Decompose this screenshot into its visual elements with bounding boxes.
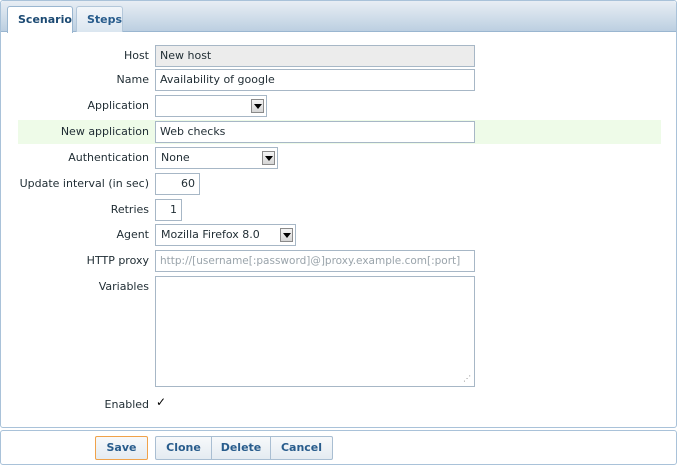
chevron-down-icon[interactable] — [280, 228, 293, 242]
host-label: Host — [123, 49, 149, 62]
form-actions-panel: Save Clone Delete Cancel — [0, 430, 677, 465]
variables-textarea[interactable]: ⋰ — [155, 276, 475, 387]
enabled-row: Enabled — [18, 393, 661, 417]
application-row: Application — [18, 94, 661, 118]
variables-label: Variables — [98, 280, 149, 293]
delete-button[interactable]: Delete — [211, 436, 271, 460]
chevron-down-icon[interactable] — [262, 151, 275, 165]
authentication-select-value: None — [161, 151, 190, 164]
tab-bar: Scenario Steps — [1, 1, 676, 33]
name-row: Name Availability of google — [18, 68, 661, 92]
authentication-label: Authentication — [68, 151, 149, 164]
http-proxy-label: HTTP proxy — [86, 254, 149, 267]
cancel-button[interactable]: Cancel — [270, 436, 333, 460]
clone-button[interactable]: Clone — [155, 436, 212, 460]
tab-scenario[interactable]: Scenario — [7, 6, 73, 33]
host-field: New host — [155, 45, 475, 67]
name-label: Name — [116, 73, 149, 86]
application-select[interactable] — [155, 95, 267, 117]
new-application-label: New application — [60, 125, 149, 138]
scenario-form-panel: Scenario Steps Host New host Name Availa… — [0, 0, 677, 428]
new-application-input[interactable]: Web checks — [155, 121, 475, 143]
authentication-select[interactable]: None — [155, 147, 278, 169]
update-interval-row: Update interval (in sec) 60 — [18, 172, 661, 196]
agent-select-value: Mozilla Firefox 8.0 — [161, 228, 260, 241]
application-label: Application — [87, 99, 149, 112]
update-interval-input[interactable]: 60 — [155, 173, 200, 195]
retries-label: Retries — [110, 203, 149, 216]
save-button[interactable]: Save — [95, 436, 148, 460]
update-interval-label: Update interval (in sec) — [19, 177, 149, 190]
http-proxy-input[interactable]: http://[username[:password]@]proxy.examp… — [155, 250, 475, 272]
agent-select[interactable]: Mozilla Firefox 8.0 — [155, 224, 296, 246]
agent-row: Agent Mozilla Firefox 8.0 — [18, 223, 661, 247]
new-application-row: New application Web checks — [18, 120, 661, 144]
agent-label: Agent — [116, 228, 149, 241]
enabled-checkbox[interactable]: ✓ — [156, 396, 168, 408]
http-proxy-row: HTTP proxy http://[username[:password]@]… — [18, 249, 661, 273]
retries-row: Retries 1 — [18, 198, 661, 222]
chevron-down-icon[interactable] — [251, 99, 264, 113]
enabled-label: Enabled — [104, 398, 149, 411]
tab-steps[interactable]: Steps — [76, 6, 123, 32]
resize-grip-icon[interactable]: ⋰ — [463, 375, 471, 383]
name-input[interactable]: Availability of google — [155, 69, 475, 91]
authentication-row: Authentication None — [18, 146, 661, 170]
retries-input[interactable]: 1 — [155, 199, 182, 221]
host-row: Host New host — [18, 44, 661, 68]
